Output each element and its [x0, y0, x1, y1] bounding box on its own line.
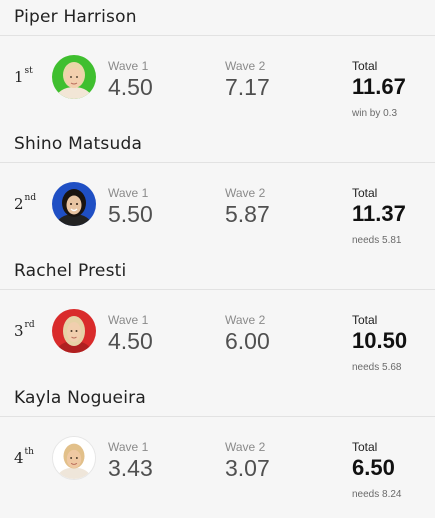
wave-2-score: Wave 2 6.00 [225, 313, 270, 355]
surfer-row[interactable]: Rachel Presti 3rd Wave 1 4.50 Wave 2 6.0… [0, 254, 435, 381]
wave-1-label: Wave 1 [108, 186, 149, 200]
wave-1-score: Wave 1 4.50 [108, 313, 153, 355]
surfer-photo [53, 437, 95, 479]
total-score: Total 11.37 needs 5.81 [352, 186, 406, 247]
surfer-name[interactable]: Piper Harrison [14, 7, 137, 27]
surfer-photo [52, 182, 96, 226]
total-value: 6.50 [352, 455, 395, 480]
avatar[interactable] [52, 309, 96, 353]
wave-1-value: 4.50 [108, 74, 153, 100]
place-number: 4 [14, 449, 24, 467]
wave-1-label: Wave 1 [108, 440, 149, 454]
divider [0, 416, 435, 417]
total-value: 11.67 [352, 74, 406, 99]
wave-2-score: Wave 2 7.17 [225, 59, 270, 101]
surfer-row[interactable]: Shino Matsuda 2nd Wave 1 5.50 Wave 2 5.8… [0, 127, 435, 254]
placing: 2nd [14, 193, 37, 213]
wave-1-score: Wave 1 3.43 [108, 440, 153, 482]
wave-2-value: 5.87 [225, 201, 270, 227]
total-label: Total [352, 186, 378, 200]
wave-2-value: 7.17 [225, 74, 270, 100]
placing: 3rd [14, 320, 35, 340]
place-number: 1 [14, 68, 24, 86]
wave-2-score: Wave 2 5.87 [225, 186, 270, 228]
place-number: 2 [14, 195, 24, 213]
surfer-name[interactable]: Rachel Presti [14, 261, 126, 281]
wave-2-value: 3.07 [225, 455, 270, 481]
avatar[interactable] [52, 55, 96, 99]
place-number: 3 [14, 322, 24, 340]
total-score: Total 11.67 win by 0.3 [352, 59, 406, 120]
avatar[interactable] [52, 436, 96, 480]
total-note: win by 0.3 [352, 108, 398, 119]
total-note: needs 5.68 [352, 362, 402, 373]
wave-2-label: Wave 2 [225, 186, 266, 200]
wave-1-label: Wave 1 [108, 313, 149, 327]
place-suffix: st [24, 66, 33, 76]
surfer-photo [52, 55, 96, 99]
surfer-photo [52, 309, 96, 353]
avatar[interactable] [52, 182, 96, 226]
total-label: Total [352, 440, 378, 454]
divider [0, 289, 435, 290]
total-label: Total [352, 313, 378, 327]
wave-1-value: 5.50 [108, 201, 153, 227]
wave-1-value: 3.43 [108, 455, 153, 481]
surfer-name[interactable]: Shino Matsuda [14, 134, 142, 154]
wave-1-value: 4.50 [108, 328, 153, 354]
total-value: 11.37 [352, 201, 406, 226]
place-suffix: th [24, 447, 34, 457]
wave-1-label: Wave 1 [108, 59, 149, 73]
place-suffix: nd [24, 193, 37, 203]
total-score: Total 6.50 needs 8.24 [352, 440, 402, 501]
place-suffix: rd [24, 320, 35, 330]
wave-2-score: Wave 2 3.07 [225, 440, 270, 482]
wave-2-label: Wave 2 [225, 59, 266, 73]
surfer-row[interactable]: Kayla Nogueira 4th Wave 1 3.43 Wave 2 3.… [0, 381, 435, 518]
surfer-name[interactable]: Kayla Nogueira [14, 388, 146, 408]
surfer-row[interactable]: Piper Harrison 1st Wave 1 4.50 Wave 2 7.… [0, 0, 435, 127]
placing: 1st [14, 66, 33, 86]
wave-2-label: Wave 2 [225, 440, 266, 454]
total-score: Total 10.50 needs 5.68 [352, 313, 408, 374]
wave-1-score: Wave 1 5.50 [108, 186, 153, 228]
divider [0, 162, 435, 163]
total-label: Total [352, 59, 378, 73]
total-note: needs 5.81 [352, 235, 402, 246]
wave-2-label: Wave 2 [225, 313, 266, 327]
divider [0, 35, 435, 36]
placing: 4th [14, 447, 34, 467]
wave-1-score: Wave 1 4.50 [108, 59, 153, 101]
heat-results-list: Piper Harrison 1st Wave 1 4.50 Wave 2 7.… [0, 0, 435, 518]
total-note: needs 8.24 [352, 489, 402, 500]
total-value: 10.50 [352, 328, 408, 353]
wave-2-value: 6.00 [225, 328, 270, 354]
